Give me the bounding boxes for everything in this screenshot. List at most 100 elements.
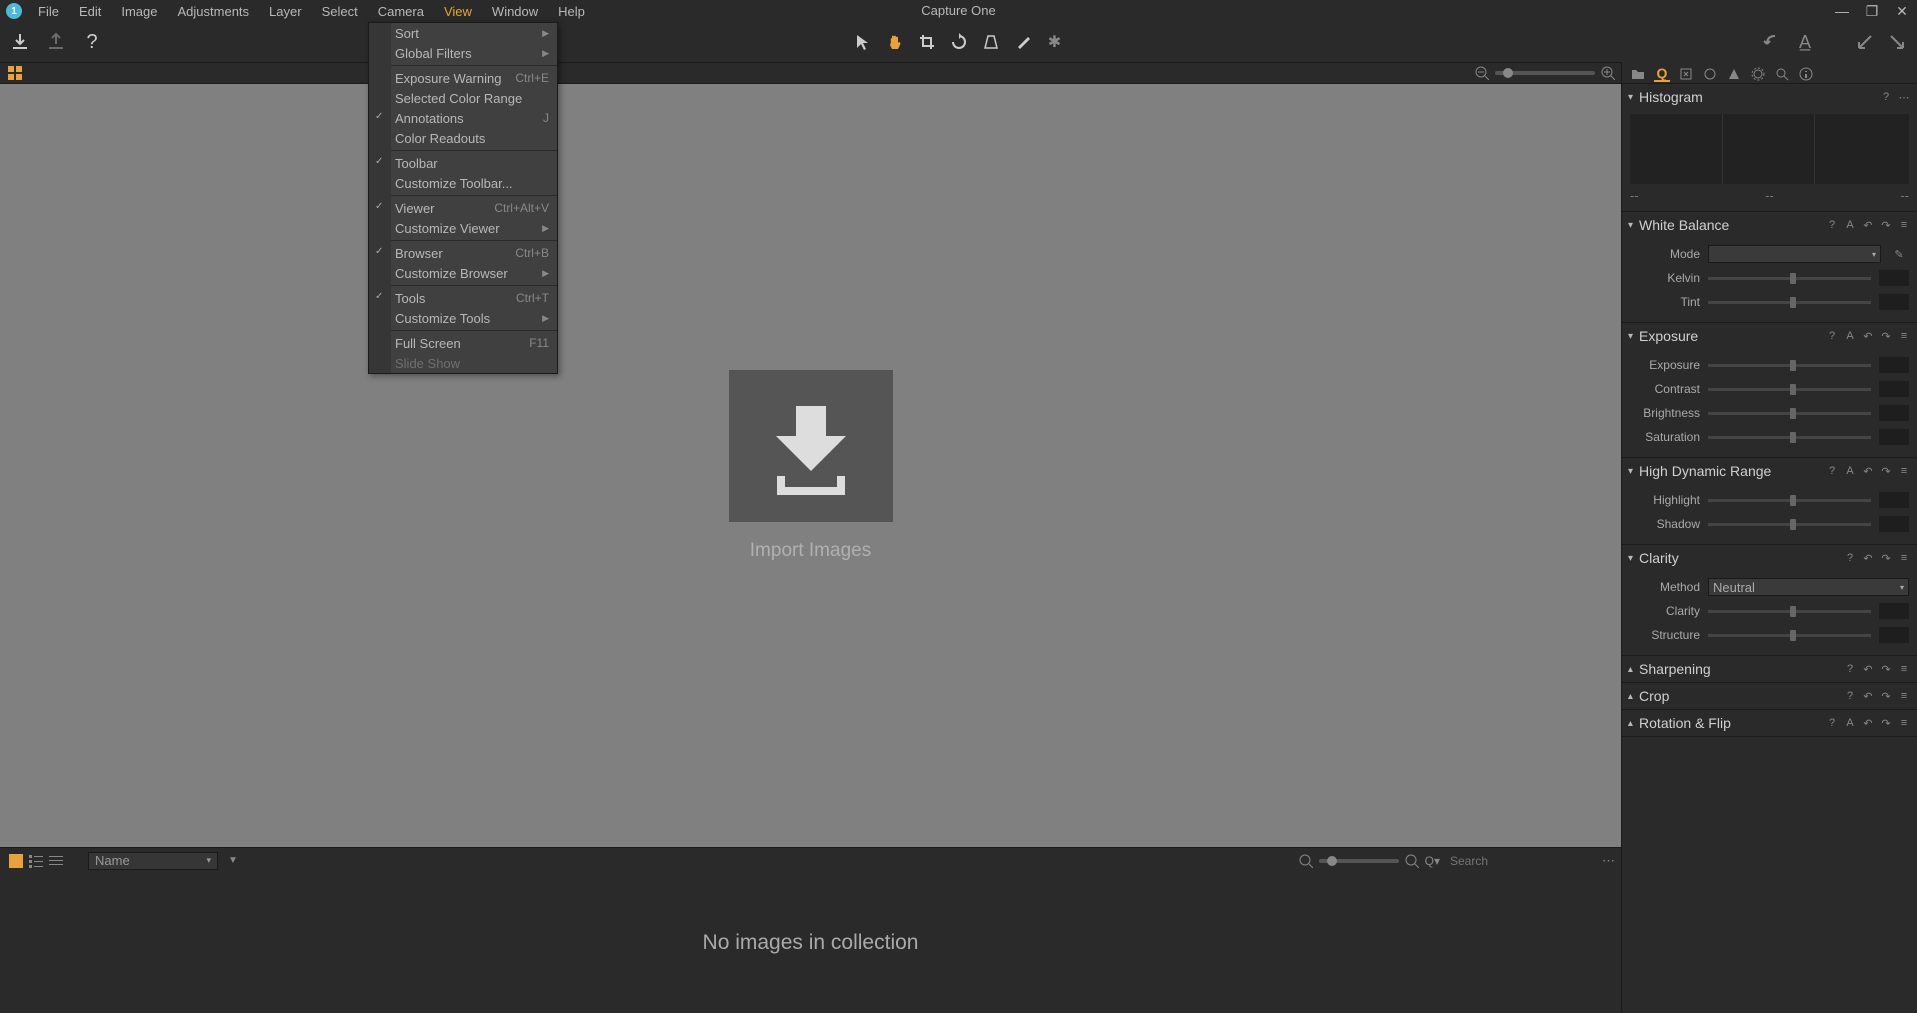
zoom-in-icon[interactable]: [1601, 66, 1615, 80]
auto-icon[interactable]: A: [1843, 464, 1857, 478]
crop-icon[interactable]: [915, 30, 939, 54]
help-icon[interactable]: ?: [1843, 662, 1857, 676]
browser-zoom-slider[interactable]: [1319, 859, 1399, 863]
panel-exposure-header[interactable]: ▾Exposure ?A↶↷≡: [1622, 323, 1917, 349]
auto-icon[interactable]: A: [1843, 716, 1857, 730]
undo-icon[interactable]: ↶: [1861, 218, 1875, 232]
help-icon[interactable]: ?: [1879, 90, 1893, 104]
close-button[interactable]: ✕: [1887, 0, 1917, 22]
view-menu-browser[interactable]: ✓BrowserCtrl+B: [369, 243, 557, 263]
menu-adjustments[interactable]: Adjustments: [168, 1, 260, 22]
view-menu-toolbar[interactable]: ✓Toolbar: [369, 153, 557, 173]
panel-crop-header[interactable]: ▸Crop?↶↷≡: [1622, 683, 1917, 709]
menu-icon[interactable]: ≡: [1897, 716, 1911, 730]
pointer-icon[interactable]: [851, 30, 875, 54]
tab-quick-icon[interactable]: Q: [1654, 66, 1670, 82]
menu-camera[interactable]: Camera: [368, 1, 434, 22]
tint-slider[interactable]: [1708, 301, 1871, 304]
view-menu-annotations[interactable]: ✓AnnotationsJ: [369, 108, 557, 128]
menu-icon[interactable]: ≡: [1897, 218, 1911, 232]
menu-window[interactable]: Window: [482, 1, 548, 22]
panel-hdr-header[interactable]: ▾High Dynamic Range ?A↶↷≡: [1622, 458, 1917, 484]
minimize-button[interactable]: —: [1827, 0, 1857, 22]
view-menu-customize-browser[interactable]: Customize Browser▶: [369, 263, 557, 283]
undo-icon[interactable]: ↶: [1861, 464, 1875, 478]
menu-icon[interactable]: ≡: [1897, 464, 1911, 478]
export-icon[interactable]: [44, 30, 68, 54]
spot-icon[interactable]: [1011, 30, 1035, 54]
help-icon[interactable]: ?: [1825, 218, 1839, 232]
filmstrip-icon[interactable]: [48, 853, 64, 869]
clarity-method-select[interactable]: Neutral▾: [1708, 578, 1909, 596]
menu-view[interactable]: View: [434, 1, 482, 22]
grid-small-icon[interactable]: [8, 853, 24, 869]
sort-direction-icon[interactable]: ▼: [228, 855, 238, 866]
tab-details-icon[interactable]: [1774, 66, 1790, 82]
rotate-right-icon[interactable]: [1885, 30, 1909, 54]
view-menu-color-readouts[interactable]: Color Readouts: [369, 128, 557, 148]
panel-histogram-header[interactable]: ▾Histogram ?⋯: [1622, 84, 1917, 110]
panel-rotation-header[interactable]: ▸Rotation & Flip?A↶↷≡: [1622, 710, 1917, 736]
browser-zoom-out-icon[interactable]: [1299, 854, 1313, 868]
browser-zoom-in-icon[interactable]: [1405, 854, 1419, 868]
kelvin-value[interactable]: [1879, 270, 1909, 286]
help-icon[interactable]: ?: [1825, 329, 1839, 343]
redo-icon[interactable]: ↷: [1879, 329, 1893, 343]
highlight-slider[interactable]: [1708, 499, 1871, 502]
menu-layer[interactable]: Layer: [259, 1, 312, 22]
undo-icon[interactable]: ↶: [1861, 551, 1875, 565]
search-icon[interactable]: Q▾: [1425, 854, 1440, 868]
view-menu-viewer[interactable]: ✓ViewerCtrl+Alt+V: [369, 198, 557, 218]
undo-icon[interactable]: ↶: [1861, 329, 1875, 343]
auto-icon[interactable]: A: [1843, 329, 1857, 343]
structure-slider[interactable]: [1708, 634, 1871, 637]
undo-icon[interactable]: [1761, 30, 1785, 54]
tab-color-icon[interactable]: [1726, 66, 1742, 82]
panel-wb-header[interactable]: ▾White Balance ?A↶↷≡: [1622, 212, 1917, 238]
import-placeholder[interactable]: [729, 370, 893, 522]
menu-icon[interactable]: ≡: [1897, 329, 1911, 343]
view-menu-exposure-warning[interactable]: Exposure WarningCtrl+E: [369, 68, 557, 88]
undo-icon[interactable]: ↶: [1861, 716, 1875, 730]
redo-icon[interactable]: ↷: [1879, 716, 1893, 730]
menu-icon[interactable]: ≡: [1897, 662, 1911, 676]
zoom-slider[interactable]: [1495, 71, 1595, 75]
auto-adjust-icon[interactable]: A̲: [1793, 30, 1817, 54]
tab-library-icon[interactable]: [1630, 66, 1646, 82]
view-menu-customize-tools[interactable]: Customize Tools▶: [369, 308, 557, 328]
menu-icon[interactable]: ≡: [1897, 551, 1911, 565]
exposure-slider[interactable]: [1708, 364, 1871, 367]
undo-icon[interactable]: ↶: [1861, 689, 1875, 703]
grid-view-icon[interactable]: [8, 66, 22, 80]
search-input[interactable]: [1446, 852, 1596, 870]
menu-edit[interactable]: Edit: [69, 1, 111, 22]
help-icon[interactable]: ?: [1843, 689, 1857, 703]
panel-clarity-header[interactable]: ▾Clarity ?↶↷≡: [1622, 545, 1917, 571]
help-icon[interactable]: ?: [1825, 716, 1839, 730]
maximize-button[interactable]: ❐: [1857, 0, 1887, 22]
rotate-left-icon[interactable]: [1853, 30, 1877, 54]
tab-capture-icon[interactable]: [1678, 66, 1694, 82]
help-icon[interactable]: ?: [1843, 551, 1857, 565]
kelvin-slider[interactable]: [1708, 277, 1871, 280]
view-menu-global-filters[interactable]: Global Filters▶: [369, 43, 557, 63]
menu-select[interactable]: Select: [312, 1, 368, 22]
wb-mode-select[interactable]: ▾: [1708, 245, 1881, 263]
menu-image[interactable]: Image: [111, 1, 167, 22]
panel-sharpening-header[interactable]: ▸Sharpening?↶↷≡: [1622, 656, 1917, 682]
menu-help[interactable]: Help: [548, 1, 595, 22]
contrast-slider[interactable]: [1708, 388, 1871, 391]
tab-lens-icon[interactable]: [1702, 66, 1718, 82]
picker-icon[interactable]: ✎: [1889, 247, 1909, 261]
tint-value[interactable]: [1879, 294, 1909, 310]
tab-exposure-icon[interactable]: [1750, 66, 1766, 82]
clarity-slider[interactable]: [1708, 610, 1871, 613]
menu-icon[interactable]: ≡: [1897, 689, 1911, 703]
zoom-out-icon[interactable]: [1475, 66, 1489, 80]
redo-icon[interactable]: ↷: [1879, 464, 1893, 478]
auto-icon[interactable]: A: [1843, 218, 1857, 232]
redo-icon[interactable]: ↷: [1879, 218, 1893, 232]
view-menu-sort[interactable]: Sort▶: [369, 23, 557, 43]
redo-icon[interactable]: ↷: [1879, 662, 1893, 676]
redo-icon[interactable]: ↷: [1879, 551, 1893, 565]
